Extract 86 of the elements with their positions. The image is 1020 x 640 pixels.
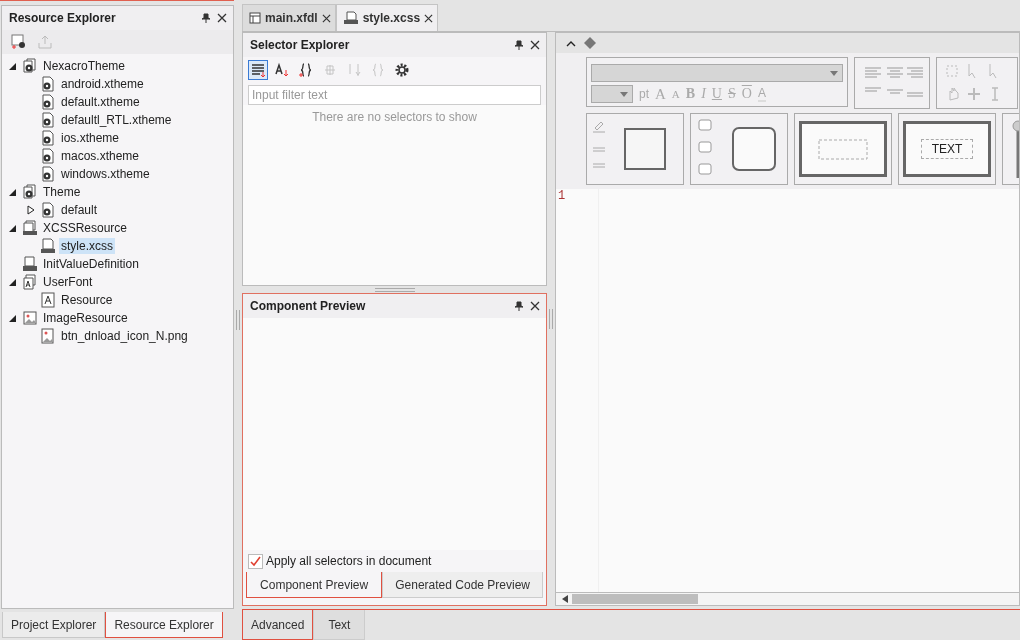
tree-item[interactable]: windows.xtheme bbox=[59, 166, 152, 182]
panel-title: Resource Explorer bbox=[9, 11, 117, 25]
document-tab[interactable]: style.xcss bbox=[335, 4, 439, 31]
pin-icon[interactable] bbox=[514, 40, 524, 50]
tree-item[interactable]: default bbox=[59, 202, 100, 218]
tab-label: style.xcss bbox=[362, 11, 421, 25]
diamond-icon[interactable] bbox=[584, 37, 596, 49]
tree-item[interactable]: android.xtheme bbox=[59, 76, 146, 92]
tab-label: main.xfdl bbox=[265, 11, 318, 25]
corner-radius-group[interactable] bbox=[690, 113, 788, 185]
scroll-left-icon[interactable] bbox=[562, 595, 568, 603]
theme-file-icon bbox=[40, 76, 56, 92]
theme-folder-icon bbox=[22, 58, 38, 74]
splitter-handle[interactable] bbox=[549, 309, 553, 329]
xcss-file-icon bbox=[342, 11, 359, 25]
pin-icon[interactable] bbox=[514, 301, 524, 311]
tree-item[interactable]: Resource bbox=[59, 292, 115, 308]
theme-file-icon bbox=[40, 166, 56, 182]
tree-item[interactable]: XCSSResource bbox=[41, 220, 130, 236]
theme-file-icon bbox=[40, 130, 56, 146]
tree-item[interactable]: defaultl_RTL.xtheme bbox=[59, 112, 174, 128]
panel-tab[interactable]: Project Explorer bbox=[2, 612, 106, 638]
document-tab[interactable]: main.xfdl bbox=[242, 4, 336, 31]
opacity-slider-icon[interactable] bbox=[1002, 113, 1019, 185]
xcss-file-icon bbox=[22, 220, 38, 236]
preview-tab[interactable]: Component Preview bbox=[246, 572, 383, 598]
line-number: 1 bbox=[558, 189, 567, 203]
panel-title: Selector Explorer bbox=[250, 38, 351, 52]
editor-tab[interactable]: Text bbox=[313, 610, 366, 640]
editor-tab[interactable]: Advanced bbox=[242, 610, 314, 640]
size-unit: pt bbox=[639, 87, 649, 101]
tree-item[interactable]: btn_dnload_icon_N.png bbox=[59, 328, 190, 344]
font-folder-icon bbox=[22, 274, 38, 290]
panel-tab[interactable]: Resource Explorer bbox=[105, 612, 223, 638]
empty-message: There are no selectors to show bbox=[243, 105, 546, 285]
expanded-caret-icon[interactable] bbox=[8, 187, 18, 197]
collapsed-caret-icon[interactable] bbox=[26, 205, 36, 215]
checkbox-label: Apply all selectors in document bbox=[266, 554, 432, 568]
tree-item[interactable]: style.xcss bbox=[59, 238, 115, 254]
theme-file-icon bbox=[40, 112, 56, 128]
filter-field[interactable]: Input filter text bbox=[248, 85, 541, 105]
size-dropdown[interactable] bbox=[591, 85, 633, 103]
checkbox[interactable] bbox=[248, 553, 263, 569]
theme-file-icon bbox=[40, 202, 56, 218]
dropdown-caret-icon bbox=[830, 70, 838, 76]
tree-item[interactable]: NexacroTheme bbox=[41, 58, 128, 74]
splitter-handle[interactable] bbox=[236, 310, 240, 330]
check-icon bbox=[250, 555, 261, 567]
form-icon bbox=[249, 12, 261, 24]
add-resource-icon[interactable] bbox=[11, 34, 27, 50]
expanded-caret-icon[interactable] bbox=[8, 313, 18, 323]
pin-icon[interactable] bbox=[201, 13, 211, 23]
tree-item[interactable]: macos.xtheme bbox=[59, 148, 142, 164]
preview-tab[interactable]: Generated Code Preview bbox=[382, 572, 543, 598]
expanded-caret-icon[interactable] bbox=[8, 277, 18, 287]
theme-file-icon bbox=[40, 148, 56, 164]
tree-item[interactable]: default.xtheme bbox=[59, 94, 142, 110]
close-icon[interactable] bbox=[530, 40, 540, 50]
theme-folder-icon bbox=[22, 184, 38, 200]
expanded-caret-icon[interactable] bbox=[8, 61, 18, 71]
border-style-group[interactable] bbox=[586, 113, 684, 185]
dropdown-caret-icon bbox=[620, 91, 628, 97]
tree-item[interactable]: ImageResource bbox=[41, 310, 130, 326]
close-icon[interactable] bbox=[321, 13, 331, 23]
document-icon bbox=[22, 256, 38, 272]
code-editor[interactable]: 1 bbox=[556, 189, 1019, 592]
xcss-file-icon bbox=[40, 238, 56, 254]
collapse-caret-icon[interactable] bbox=[566, 39, 576, 47]
font-icon bbox=[40, 292, 56, 308]
panel-title: Component Preview bbox=[250, 299, 367, 313]
scrollbar-thumb[interactable] bbox=[572, 594, 698, 604]
expanded-caret-icon[interactable] bbox=[8, 223, 18, 233]
tree-item[interactable]: ios.xtheme bbox=[59, 130, 122, 146]
tree-item[interactable]: InitValueDefinition bbox=[41, 256, 141, 272]
image-icon bbox=[22, 310, 38, 326]
preview-text: TEXT bbox=[920, 139, 974, 159]
text-padding-group[interactable]: TEXT bbox=[898, 113, 996, 185]
tree-item[interactable]: Theme bbox=[41, 184, 83, 200]
padding-group[interactable] bbox=[794, 113, 892, 185]
theme-file-icon bbox=[40, 94, 56, 110]
image-icon bbox=[40, 328, 56, 344]
tree-item[interactable]: UserFont bbox=[41, 274, 95, 290]
splitter-handle[interactable] bbox=[374, 287, 415, 292]
close-icon[interactable] bbox=[530, 301, 540, 311]
close-icon[interactable] bbox=[217, 13, 227, 23]
close-icon[interactable] bbox=[424, 13, 434, 23]
